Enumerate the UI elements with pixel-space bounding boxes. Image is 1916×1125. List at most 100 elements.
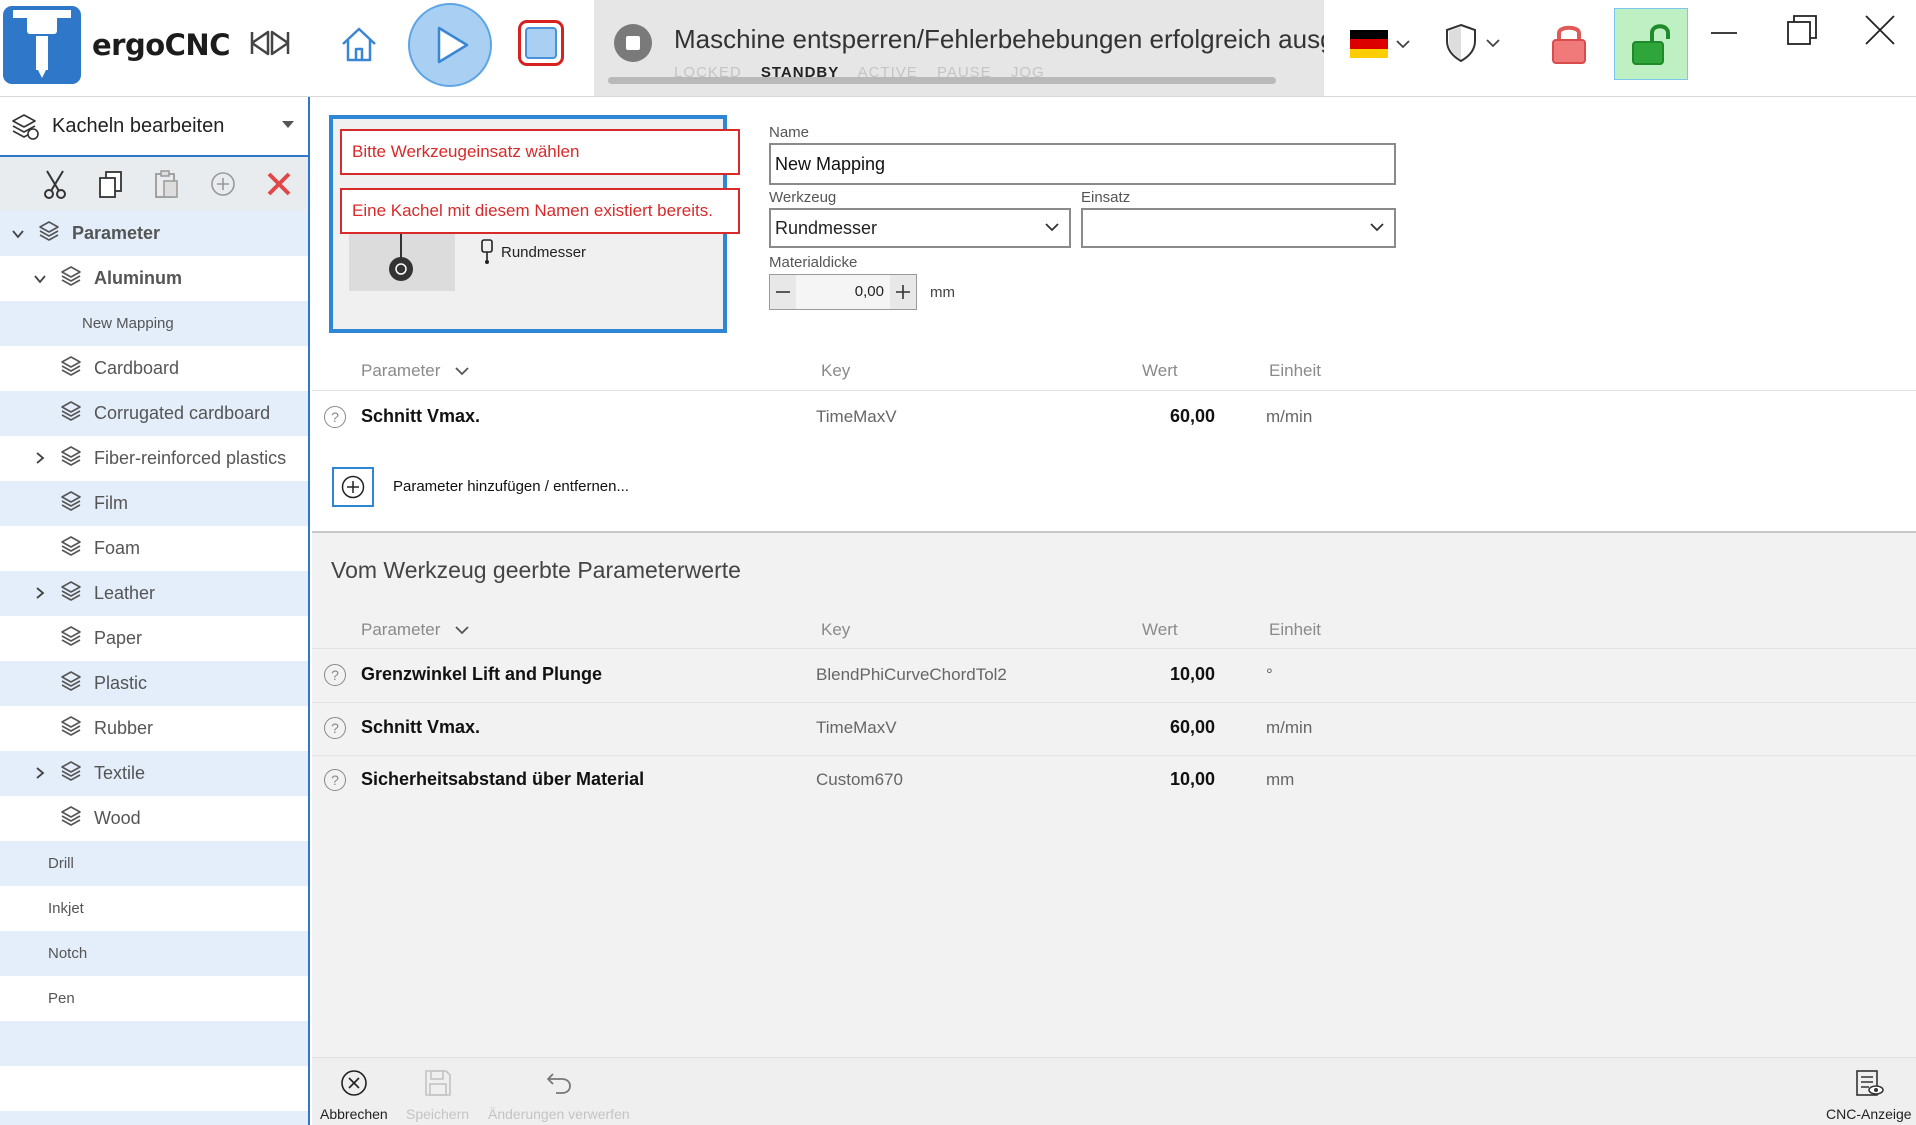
delete-button[interactable]: [264, 169, 294, 199]
chevron-down-icon: [1486, 39, 1500, 48]
tool-select-value: Rundmesser: [775, 217, 878, 238]
app-logo: [3, 6, 81, 84]
layers-icon: [61, 266, 81, 286]
tree-expander[interactable]: [32, 271, 48, 287]
tree-expander[interactable]: [10, 226, 26, 242]
layers-icon: [61, 671, 81, 691]
layers-icon: [61, 581, 81, 601]
tile-tree: Parameter Aluminum New Mapping Cardboard Cor…: [0, 211, 308, 1125]
add-parameter-label[interactable]: Parameter hinzufügen / entfernen...: [393, 478, 629, 495]
paste-button[interactable]: [152, 169, 182, 199]
sidebar-mode-selector[interactable]: Kacheln bearbeiten: [0, 97, 308, 157]
sidebar-item[interactable]: Aluminum: [0, 256, 308, 301]
sidebar-item[interactable]: New Mapping: [0, 301, 308, 346]
sidebar-mode-title: Kacheln bearbeiten: [52, 114, 225, 137]
home-icon: [342, 27, 376, 62]
column-header-parameter[interactable]: Parameter: [361, 361, 469, 381]
language-dropdown[interactable]: [1350, 28, 1420, 60]
name-label: Name: [769, 124, 810, 141]
add-button[interactable]: [208, 169, 238, 199]
help-icon[interactable]: ?: [324, 406, 346, 428]
sidebar-item[interactable]: Textile: [0, 751, 308, 796]
sidebar-item[interactable]: Rubber: [0, 706, 308, 751]
help-icon[interactable]: ?: [324, 717, 346, 739]
error-message-name-exists: Eine Kachel mit diesem Namen existiert b…: [340, 188, 740, 234]
copy-button[interactable]: [96, 169, 126, 199]
column-header-value: Wert: [1142, 361, 1178, 380]
save-button[interactable]: Speichern: [406, 1068, 469, 1122]
insert-label: Einsatz: [1081, 189, 1131, 206]
shield-icon: [1446, 23, 1476, 63]
tool-select[interactable]: Rundmesser: [769, 208, 1071, 248]
cancel-button[interactable]: Abbrechen: [320, 1068, 388, 1122]
layers-icon: [61, 716, 81, 736]
name-input[interactable]: [769, 143, 1396, 185]
insert-select[interactable]: [1081, 208, 1396, 248]
sidebar-item[interactable]: Leather: [0, 571, 308, 616]
sidebar-item[interactable]: Notch: [0, 931, 308, 976]
status-scrollbar[interactable]: [608, 77, 1276, 84]
sidebar-item-label: Paper: [94, 628, 143, 648]
sidebar-item-label: New Mapping: [82, 315, 174, 332]
header-divider: [312, 648, 1916, 649]
sort-chevron-icon: [455, 626, 469, 635]
revert-changes-button[interactable]: Änderungen verwerfen: [488, 1068, 630, 1122]
sidebar-item[interactable]: Plastic: [0, 661, 308, 706]
user-level-dropdown[interactable]: [1444, 22, 1514, 64]
sidebar-item[interactable]: Paper: [0, 616, 308, 661]
sidebar-item[interactable]: Corrugated cardboard: [0, 391, 308, 436]
sidebar-item[interactable]: Film: [0, 481, 308, 526]
title-bar: ergoCNC Maschine entsperren/Fehlerbehebu…: [0, 0, 1916, 97]
tree-expander[interactable]: [32, 586, 48, 602]
play-icon: [437, 26, 469, 64]
minimize-button[interactable]: [1694, 10, 1754, 50]
sidebar-item-label: Foam: [94, 538, 141, 558]
inherited-column-header-unit: Einheit: [1269, 620, 1321, 639]
home-button[interactable]: [334, 20, 384, 68]
sidebar-item[interactable]: Foam: [0, 526, 308, 571]
sidebar-item[interactable]: Inkjet: [0, 886, 308, 931]
help-icon[interactable]: ?: [324, 769, 346, 791]
tree-expander[interactable]: [32, 451, 48, 467]
sidebar-item-label: Film: [94, 493, 128, 513]
empty-row: [0, 1021, 308, 1066]
sidebar-item-label: Plastic: [94, 673, 148, 693]
cnc-view-button[interactable]: CNC-Anzeige: [1826, 1068, 1912, 1122]
play-button[interactable]: [408, 3, 492, 87]
sidebar-item[interactable]: Cardboard: [0, 346, 308, 391]
tree-expander[interactable]: [32, 766, 48, 782]
help-icon[interactable]: ?: [324, 664, 346, 686]
skip-icon: [250, 30, 290, 56]
sidebar-item[interactable]: Drill: [0, 841, 308, 886]
decrement-button[interactable]: [770, 275, 796, 309]
sidebar-item-label: Drill: [48, 855, 74, 872]
stop-button[interactable]: [518, 20, 564, 66]
increment-button[interactable]: [890, 275, 916, 309]
close-window-button[interactable]: [1850, 10, 1910, 50]
table-row[interactable]: ? Schnitt Vmax. TimeMaxV 60,00 m/min: [312, 703, 1916, 755]
inherited-column-header-value: Wert: [1142, 620, 1178, 639]
sidebar-item[interactable]: Wood: [0, 796, 308, 841]
unlock-button[interactable]: [1614, 8, 1688, 80]
table-row[interactable]: ? Grenzwinkel Lift and Plunge BlendPhiCu…: [312, 650, 1916, 702]
paste-icon: [155, 170, 178, 198]
app-name: ergoCNC: [92, 28, 231, 62]
cut-button[interactable]: [40, 169, 70, 199]
sidebar-item[interactable]: Parameter: [0, 211, 308, 256]
sidebar-item-label: Leather: [94, 583, 156, 603]
restore-button[interactable]: [1772, 10, 1832, 50]
skip-forward-button[interactable]: [244, 22, 296, 64]
thickness-value[interactable]: 0,00: [796, 275, 890, 309]
save-icon: [424, 1070, 451, 1096]
layers-icon: [61, 491, 81, 511]
layers-icon: [61, 626, 81, 646]
add-parameter-button[interactable]: [332, 467, 374, 507]
inherited-column-header-parameter[interactable]: Parameter: [361, 620, 469, 640]
table-row[interactable]: ? Sicherheitsabstand über Material Custo…: [312, 755, 1916, 807]
table-row[interactable]: ? Schnitt Vmax. TimeMaxV 60,00 m/min: [312, 392, 1916, 444]
sidebar-item-label: Pen: [48, 990, 75, 1007]
lock-button[interactable]: [1546, 20, 1592, 66]
sidebar-item[interactable]: Pen: [0, 976, 308, 1021]
sidebar: Kacheln bearbeiten Parameter Aluminum Ne…: [0, 97, 310, 1125]
sidebar-item[interactable]: Fiber-reinforced plastics: [0, 436, 308, 481]
